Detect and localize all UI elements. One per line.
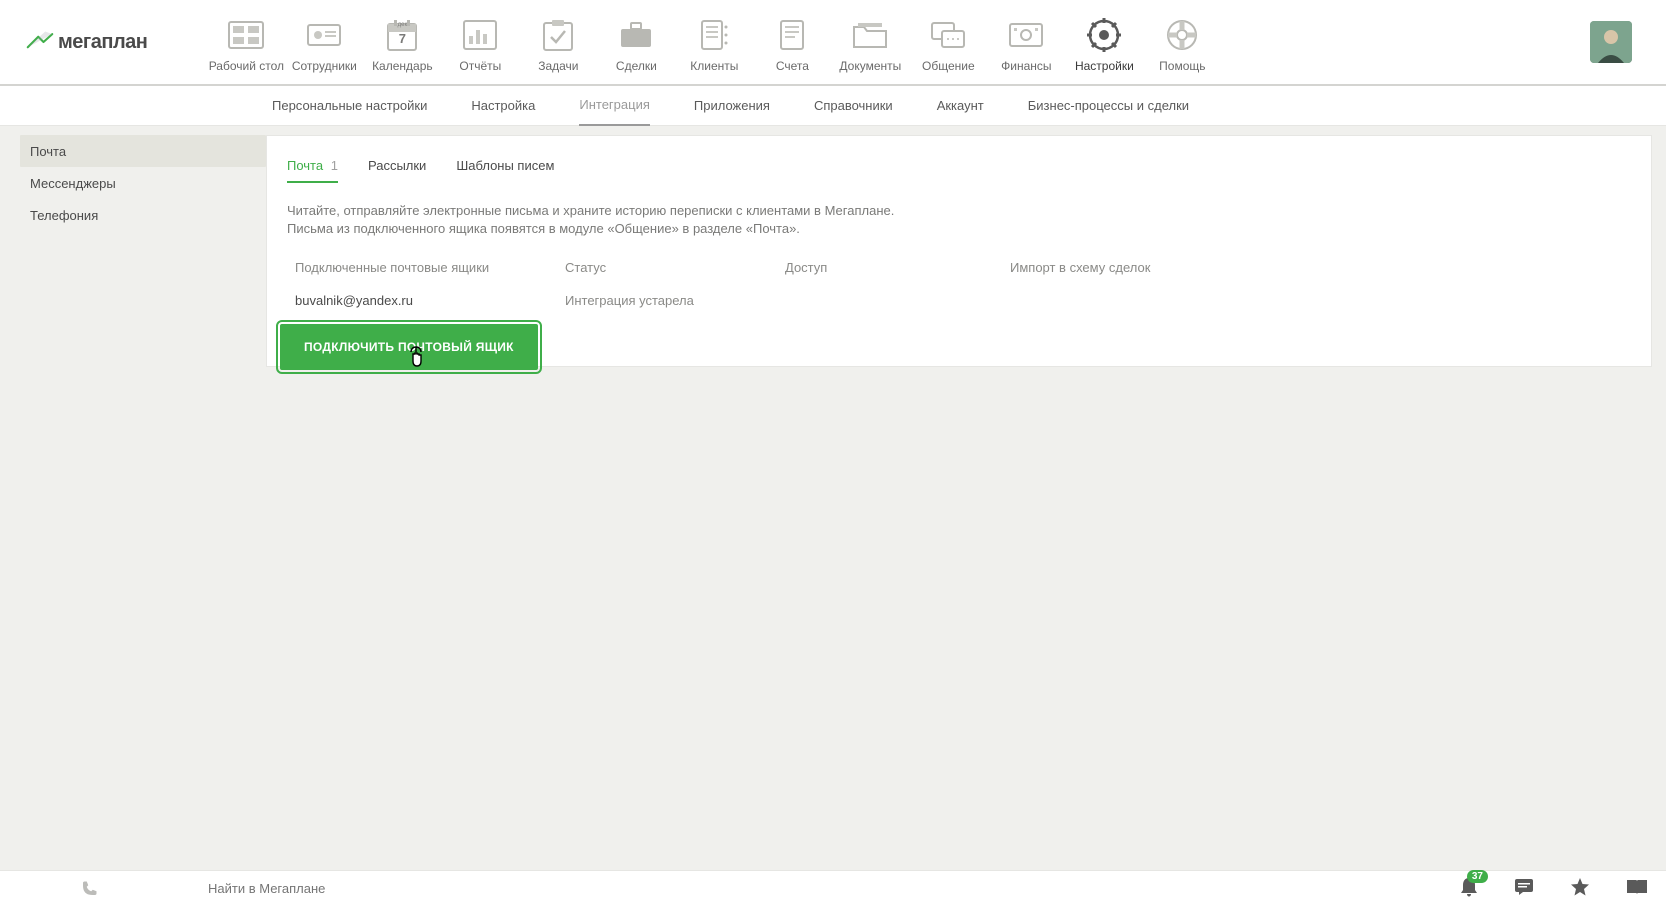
- favorite-button[interactable]: [1570, 877, 1590, 900]
- calendar-icon: дек 7: [382, 17, 422, 53]
- user-avatar[interactable]: [1590, 21, 1632, 63]
- nav-label: Счета: [776, 59, 809, 73]
- nav-desktop[interactable]: Рабочий стол: [207, 1, 285, 83]
- table-header: Подключенные почтовые ящики Статус Досту…: [287, 256, 1631, 287]
- td-email: buvalnik@yandex.ru: [295, 293, 565, 308]
- subnav-integration[interactable]: Интеграция: [579, 86, 650, 126]
- bell-badge: 37: [1467, 870, 1488, 883]
- bottom-bar: 37: [0, 870, 1666, 906]
- sidebar-item-mail[interactable]: Почта: [20, 135, 266, 167]
- settings-icon: [1084, 17, 1124, 53]
- nav-deals[interactable]: Сделки: [597, 1, 675, 83]
- accounts-icon: [772, 17, 812, 53]
- nav-label: Задачи: [538, 59, 578, 73]
- documents-icon: [850, 17, 890, 53]
- nav-tasks[interactable]: Задачи: [519, 1, 597, 83]
- nav-label: Настройки: [1075, 59, 1134, 73]
- connect-mailbox-button[interactable]: ПОДКЛЮЧИТЬ ПОЧТОВЫЙ ЯЩИК: [280, 324, 538, 370]
- phone-icon[interactable]: [80, 880, 98, 898]
- desc-line2: Письма из подключенного ящика появятся в…: [287, 220, 1631, 238]
- th-status: Статус: [565, 260, 785, 275]
- logo-icon: [26, 31, 54, 53]
- tab-mail-badge: 1: [331, 158, 338, 173]
- subnav-directories[interactable]: Справочники: [814, 86, 893, 126]
- subnav-personal[interactable]: Персональные настройки: [272, 86, 427, 126]
- content-panel: Почта 1 Рассылки Шаблоны писем Читайте, …: [266, 135, 1652, 367]
- nav-reports[interactable]: Отчёты: [441, 1, 519, 83]
- nav-label: Общение: [922, 59, 975, 73]
- tab-mail[interactable]: Почта 1: [287, 158, 338, 183]
- nav-communication[interactable]: Общение: [909, 1, 987, 83]
- book-icon: [1626, 878, 1648, 896]
- nav-label: Сотрудники: [292, 59, 357, 73]
- tasks-icon: [538, 17, 578, 53]
- subnav-account[interactable]: Аккаунт: [937, 86, 984, 126]
- desc-line1: Читайте, отправляйте электронные письма …: [287, 202, 1631, 220]
- star-icon: [1570, 877, 1590, 897]
- inner-tabs: Почта 1 Рассылки Шаблоны писем: [287, 158, 1631, 184]
- nav-label: Рабочий стол: [209, 59, 284, 73]
- communication-icon: [928, 17, 968, 53]
- sidebar-item-messengers[interactable]: Мессенджеры: [20, 167, 266, 199]
- bottom-icons: 37: [1460, 877, 1648, 900]
- tab-templates[interactable]: Шаблоны писем: [456, 158, 554, 183]
- book-button[interactable]: [1626, 878, 1648, 899]
- help-icon: [1162, 17, 1202, 53]
- tab-mail-label: Почта: [287, 158, 323, 173]
- search-input[interactable]: [208, 881, 508, 896]
- finance-icon: [1006, 17, 1046, 53]
- nav-calendar[interactable]: дек 7 Календарь: [363, 1, 441, 83]
- nav-help[interactable]: Помощь: [1143, 1, 1221, 83]
- nav-label: Документы: [839, 59, 901, 73]
- nav-documents[interactable]: Документы: [831, 1, 909, 83]
- subnav-apps[interactable]: Приложения: [694, 86, 770, 126]
- th-access: Доступ: [785, 260, 1010, 275]
- tab-broadcasts[interactable]: Рассылки: [368, 158, 426, 183]
- sub-nav: Персональные настройки Настройка Интегра…: [0, 86, 1666, 126]
- body: Почта Мессенджеры Телефония Почта 1 Расс…: [0, 126, 1666, 870]
- desktop-icon: [226, 17, 266, 53]
- nav-label: Календарь: [372, 59, 433, 73]
- calendar-month: дек: [382, 22, 422, 28]
- nav-employees[interactable]: Сотрудники: [285, 1, 363, 83]
- nav-items: Рабочий стол Сотрудники дек 7 Календарь …: [207, 1, 1221, 83]
- sidebar: Почта Мессенджеры Телефония: [20, 135, 266, 870]
- chat-icon: [1514, 878, 1534, 896]
- td-status: Интеграция устарела: [565, 293, 785, 308]
- td-import: [1010, 293, 1623, 308]
- nav-label: Финансы: [1001, 59, 1051, 73]
- th-import: Импорт в схему сделок: [1010, 260, 1623, 275]
- employees-icon: [304, 17, 344, 53]
- sidebar-item-telephony[interactable]: Телефония: [20, 199, 266, 231]
- nav-label: Сделки: [616, 59, 657, 73]
- nav-label: Помощь: [1159, 59, 1205, 73]
- mail-table: Подключенные почтовые ящики Статус Досту…: [287, 256, 1631, 324]
- subnav-bp-deals[interactable]: Бизнес-процессы и сделки: [1028, 86, 1189, 126]
- top-nav: мегаплан Рабочий стол Сотрудники дек 7 К…: [0, 0, 1666, 86]
- reports-icon: [460, 17, 500, 53]
- deals-icon: [616, 17, 656, 53]
- calendar-day: 7: [382, 31, 422, 46]
- notifications-button[interactable]: 37: [1460, 877, 1478, 900]
- chat-button[interactable]: [1514, 878, 1534, 899]
- logo[interactable]: мегаплан: [26, 31, 147, 54]
- nav-label: Клиенты: [690, 59, 738, 73]
- subnav-settings[interactable]: Настройка: [471, 86, 535, 126]
- logo-text: мегаплан: [58, 31, 147, 54]
- table-row[interactable]: buvalnik@yandex.ru Интеграция устарела: [287, 287, 1631, 324]
- clients-icon: [694, 17, 734, 53]
- nav-clients[interactable]: Клиенты: [675, 1, 753, 83]
- nav-accounts[interactable]: Счета: [753, 1, 831, 83]
- description: Читайте, отправляйте электронные письма …: [287, 202, 1631, 238]
- nav-label: Отчёты: [459, 59, 501, 73]
- td-access: [785, 293, 1010, 308]
- nav-settings[interactable]: Настройки: [1065, 1, 1143, 83]
- nav-finance[interactable]: Финансы: [987, 1, 1065, 83]
- th-email: Подключенные почтовые ящики: [295, 260, 565, 275]
